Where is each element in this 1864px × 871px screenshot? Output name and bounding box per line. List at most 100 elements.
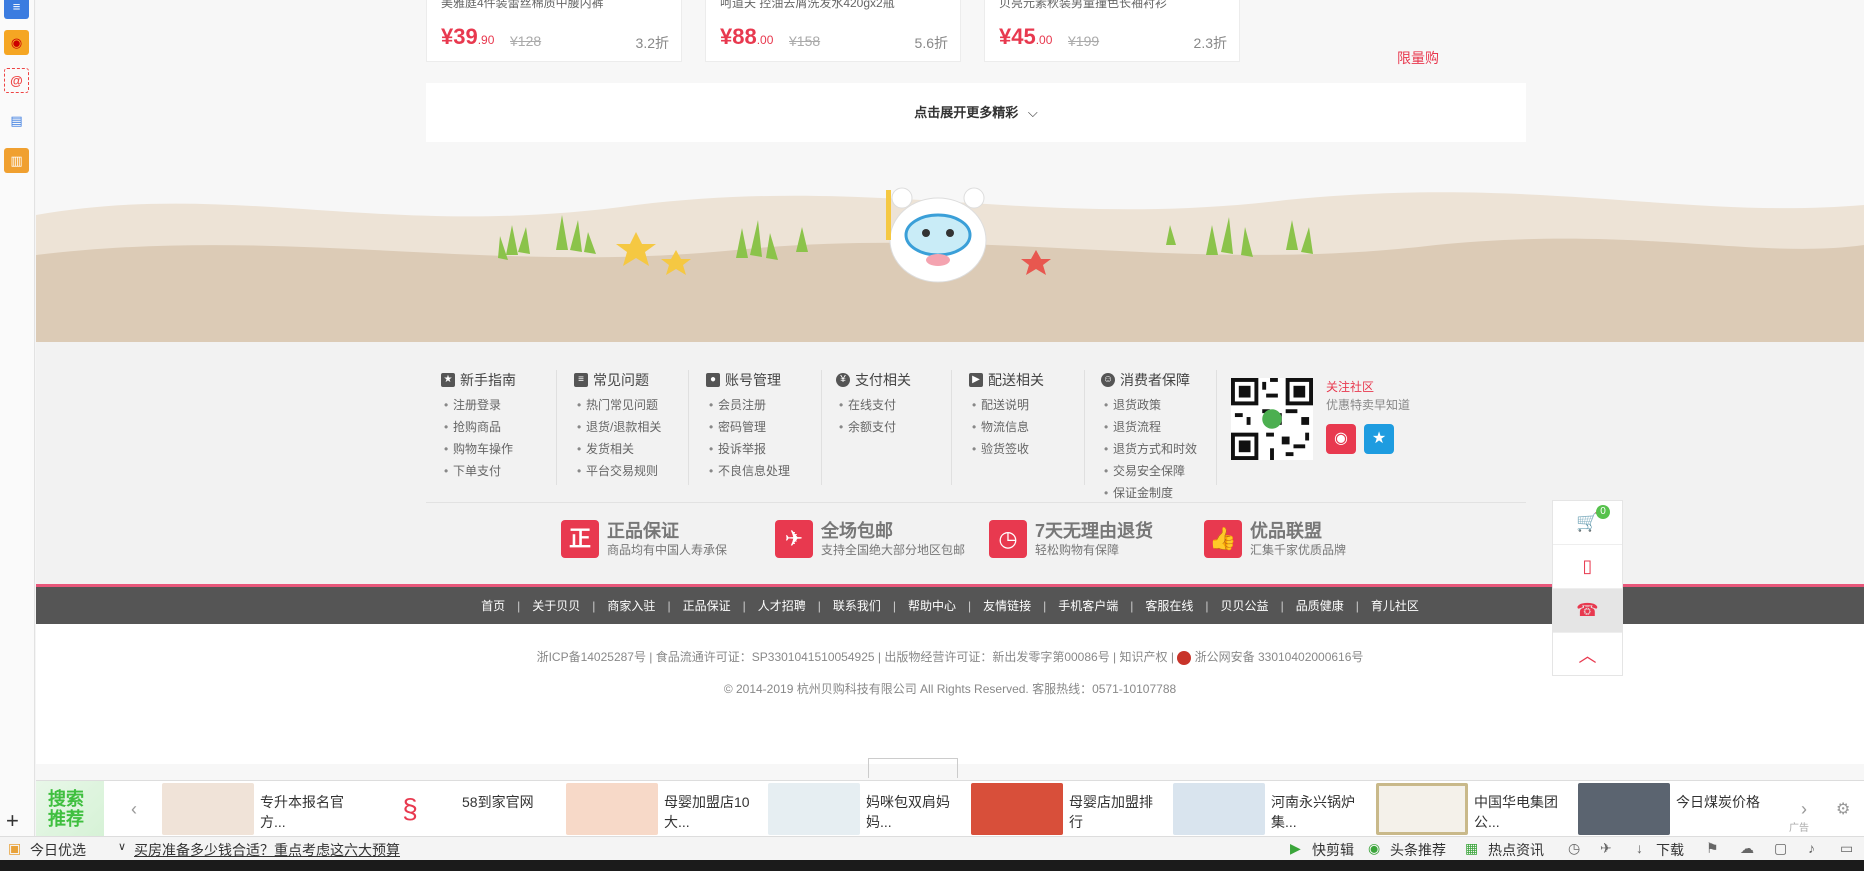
help-link[interactable]: 在线支付	[836, 394, 911, 416]
broken-image	[868, 758, 958, 778]
ad-text: 今日煤炭价格	[1676, 794, 1760, 810]
guarantee-title: 7天无理由退货	[1035, 520, 1154, 541]
footer-nav-link[interactable]: 关于贝贝	[532, 597, 580, 614]
divider	[1216, 370, 1217, 485]
cloud-icon[interactable]: ☁	[1740, 840, 1754, 857]
qzone-star-icon[interactable]: ★	[1364, 424, 1394, 454]
product-card[interactable]: 美雅庭4件装蕾丝棉质中腰内裤 ¥39.90 ¥128 3.2折	[426, 0, 682, 62]
help-link[interactable]: 退货方式和时效	[1101, 438, 1197, 460]
footer-nav-link[interactable]: 联系我们	[833, 597, 881, 614]
weibo-icon[interactable]: ◉	[1326, 424, 1356, 454]
footer-nav-link[interactable]: 贝贝公益	[1221, 597, 1269, 614]
limit-buy-link[interactable]: 限量购	[1397, 48, 1439, 68]
guarantee-7day-return[interactable]: ◷ 7天无理由退货 轻松购物有保障	[989, 520, 1153, 558]
product-card[interactable]: 贝亮元素秋装男童撞色长袖衬衫 ¥45.00 ¥199 2.3折	[984, 0, 1240, 62]
footer-nav-link[interactable]: 品质健康	[1296, 597, 1344, 614]
mail-icon[interactable]: @	[4, 68, 29, 93]
mobile-app-button[interactable]: ▯	[1553, 545, 1622, 589]
status-link[interactable]: 热点资讯	[1488, 840, 1544, 860]
footer-nav-link[interactable]: 育儿社区	[1371, 597, 1419, 614]
status-link[interactable]: 快剪辑	[1312, 840, 1354, 860]
gear-icon[interactable]: ⚙	[1836, 799, 1850, 819]
weibo-icon[interactable]: ◉	[4, 30, 29, 55]
help-link[interactable]: 验货签收	[969, 438, 1044, 460]
help-link[interactable]: 发货相关	[574, 438, 661, 460]
help-link[interactable]: 注册登录	[441, 394, 516, 416]
help-link[interactable]: 不良信息处理	[706, 460, 790, 482]
expand-more-label: 点击展开更多精彩	[914, 105, 1019, 120]
guarantee-quality-brands[interactable]: 👍 优品联盟 汇集千家优质品牌	[1204, 520, 1346, 558]
book-icon[interactable]: ▥	[4, 148, 29, 173]
back-to-top-button[interactable]: ︿	[1553, 633, 1622, 677]
help-link[interactable]: 会员注册	[706, 394, 790, 416]
product-card[interactable]: 呵道夫 控油去屑洗发水420gx2瓶 ¥88.00 ¥158 5.6折	[705, 0, 961, 62]
help-link[interactable]: 平台交易规则	[574, 460, 661, 482]
expand-more-button[interactable]: 点击展开更多精彩 ⌵	[426, 83, 1526, 142]
help-link[interactable]: 保证金制度	[1101, 482, 1197, 504]
divider	[556, 370, 557, 485]
window-icon[interactable]: ▢	[1774, 840, 1787, 857]
product-discount: 3.2折	[635, 35, 669, 51]
search-recommend-label: 搜索 推荐	[36, 781, 104, 837]
chevron-right-icon[interactable]: ›	[1801, 799, 1807, 820]
police-record[interactable]: 浙公网安备 33010402000616号	[1195, 650, 1364, 664]
footer-nav-link[interactable]: 友情链接	[983, 597, 1031, 614]
search-recommend-line1: 搜索	[48, 789, 84, 809]
authentic-icon: 正	[561, 520, 599, 558]
chevron-down-icon[interactable]: ∨	[118, 840, 126, 853]
news-headline-link[interactable]: 买房准备多少钱合适？重点考虑这六大预算	[134, 840, 400, 860]
help-link[interactable]: 退货/退款相关	[574, 416, 661, 438]
customer-service-button[interactable]: ☎	[1553, 589, 1622, 633]
cart-button[interactable]: 🛒 0	[1553, 501, 1622, 545]
today-picks[interactable]: 今日优选	[30, 840, 86, 860]
footer-nav-link[interactable]: 帮助中心	[908, 597, 956, 614]
volume-icon[interactable]: ♪	[1808, 840, 1815, 856]
help-col-payment: ¥ 支付相关 在线支付 余额支付	[836, 370, 911, 438]
guarantee-title: 全场包邮	[821, 520, 893, 541]
add-icon[interactable]: +	[6, 810, 19, 832]
follow-title[interactable]: 关注社区	[1326, 378, 1410, 396]
play-circle-icon: ◉	[1368, 840, 1381, 856]
help-link[interactable]: 交易安全保障	[1101, 460, 1197, 482]
pin-icon[interactable]: ✈	[1600, 840, 1612, 857]
help-link[interactable]: 抢购商品	[441, 416, 516, 438]
list-icon[interactable]: ≡	[4, 0, 29, 19]
document-icon[interactable]: ▤	[4, 108, 29, 133]
fullscreen-icon[interactable]: ▭	[1840, 840, 1853, 857]
seabed-illustration	[36, 187, 1864, 342]
help-link[interactable]: 配送说明	[969, 394, 1044, 416]
footer-nav-link[interactable]: 手机客户端	[1058, 597, 1118, 614]
wechat-qr-code	[1231, 378, 1313, 460]
help-link[interactable]: 退货政策	[1101, 394, 1197, 416]
footer-nav-link[interactable]: 客服在线	[1145, 597, 1193, 614]
help-link[interactable]: 购物车操作	[441, 438, 516, 460]
chevron-left-icon[interactable]: ‹	[131, 799, 137, 820]
help-col-title: 常见问题	[593, 372, 649, 388]
guarantee-subtitle: 支持全国绝大部分地区包邮	[821, 542, 966, 557]
footer-nav-link[interactable]: 人才招聘	[758, 597, 806, 614]
chevron-down-icon: ⌵	[1027, 105, 1038, 120]
footer-nav-link[interactable]: 正品保证	[683, 597, 731, 614]
footer-nav-link[interactable]: 商家入驻	[607, 597, 655, 614]
clock-icon[interactable]: ◷	[1568, 840, 1580, 857]
smile-icon: ☺	[1101, 373, 1115, 387]
truck-icon: ▶	[969, 373, 983, 387]
help-col-faq: ≡ 常见问题 热门常见问题 退货/退款相关 发货相关 平台交易规则	[574, 370, 661, 482]
search-recommend-line2: 推荐	[48, 809, 84, 829]
flag-icon[interactable]: ⚑	[1706, 840, 1719, 857]
status-link[interactable]: 头条推荐	[1390, 840, 1446, 860]
guarantee-free-shipping[interactable]: ✈ 全场包邮 支持全国绝大部分地区包邮	[775, 520, 965, 558]
help-link[interactable]: 热门常见问题	[574, 394, 661, 416]
ad-thumbnail	[971, 783, 1063, 835]
divider	[688, 370, 689, 485]
help-link[interactable]: 退货流程	[1101, 416, 1197, 438]
product-original-price: ¥128	[510, 33, 542, 49]
help-link[interactable]: 余额支付	[836, 416, 911, 438]
help-link[interactable]: 下单支付	[441, 460, 516, 482]
help-link[interactable]: 投诉举报	[706, 438, 790, 460]
download-link[interactable]: 下载	[1656, 840, 1684, 860]
help-link[interactable]: 密码管理	[706, 416, 790, 438]
guarantee-authentic[interactable]: 正 正品保证 商品均有中国人寿承保	[561, 520, 727, 558]
footer-nav-link[interactable]: 首页	[481, 597, 505, 614]
help-link[interactable]: 物流信息	[969, 416, 1044, 438]
